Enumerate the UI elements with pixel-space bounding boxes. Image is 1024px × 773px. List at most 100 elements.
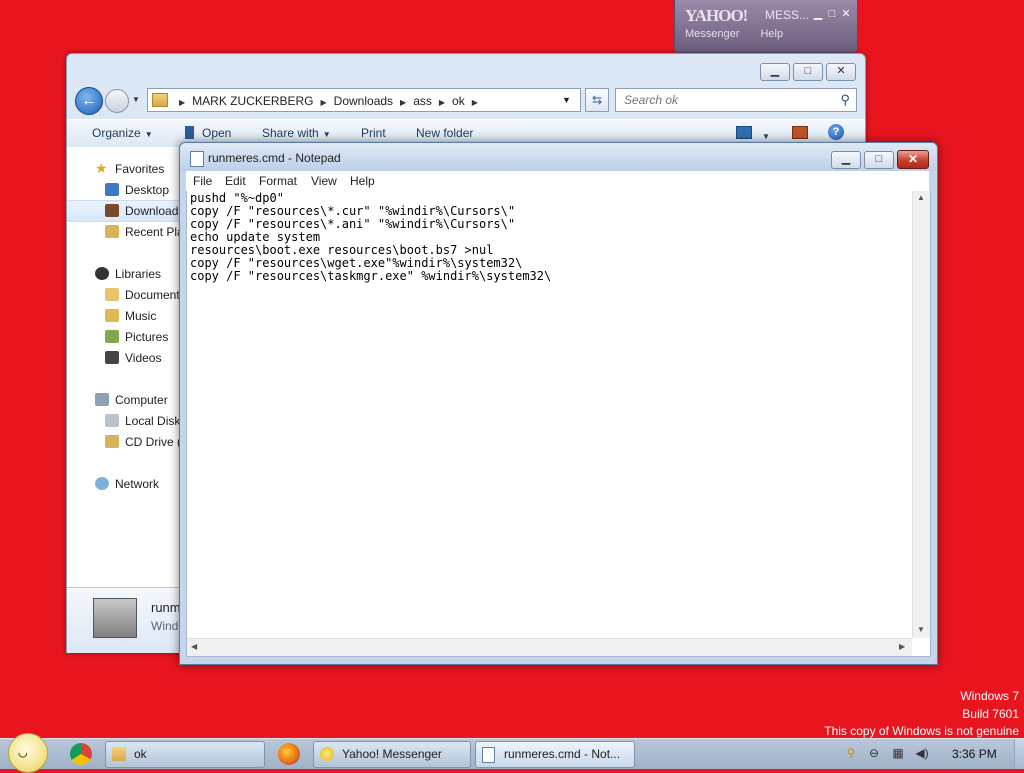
breadcrumb-ok[interactable]: ok [452,94,465,108]
messenger-tray-icon[interactable]: ⊖ [867,746,881,760]
notepad-close-button[interactable]: ✕ [897,150,929,169]
notepad-titlebar[interactable]: runmeres.cmd - Notepad ▁ □ ✕ [180,143,937,171]
search-input[interactable] [622,92,826,108]
taskbar-explorer-button[interactable]: ok [105,741,265,768]
nav-videos[interactable]: Videos [67,348,179,368]
nav-cd-drive[interactable]: CD Drive ( [67,432,179,452]
notepad-window[interactable]: runmeres.cmd - Notepad ▁ □ ✕ File Edit F… [179,142,938,665]
help-icon[interactable]: ? [828,124,844,140]
search-icon[interactable]: ⚲ [840,92,850,108]
share-with-button[interactable]: Share with ▼ [262,126,331,140]
recent-pages-chevron-icon[interactable]: ▼ [132,95,140,104]
taskbar-explorer-label: ok [134,747,147,761]
breadcrumb-ass[interactable]: ass [413,94,432,108]
menu-edit[interactable]: Edit [225,174,246,188]
yahoo-menu-help[interactable]: Help [760,28,783,40]
nav-pictures-label: Pictures [125,330,169,344]
nav-desktop-label: Desktop [125,183,170,197]
firefox-icon[interactable] [278,743,300,765]
nav-network-label: Network [115,477,160,491]
search-box[interactable]: ⚲ [615,88,857,112]
preview-pane-button[interactable] [792,126,808,142]
nav-pictures[interactable]: Pictures [67,327,179,347]
explorer-close-button[interactable]: ✕ [826,63,856,81]
volume-icon[interactable]: ◀) [915,746,929,760]
chevron-right-icon[interactable]: ▶ [472,98,478,107]
scroll-up-icon[interactable]: ▲ [917,193,925,202]
folder-icon [112,747,126,761]
menu-format[interactable]: Format [259,174,297,188]
open-button[interactable]: Open [185,126,231,140]
chevron-right-icon[interactable]: ▶ [179,98,185,107]
yahoo-minimize-button[interactable]: ▁ [811,8,825,20]
explorer-maximize-button[interactable]: □ [793,63,823,81]
cd-drive-icon [105,435,119,448]
print-button[interactable]: Print [361,126,386,140]
nav-local-disk[interactable]: Local Disk [67,411,179,431]
scroll-down-icon[interactable]: ▼ [917,625,925,634]
yahoo-logo-suffix: MESS... [765,8,810,22]
start-button[interactable]: ◡ [8,733,48,773]
back-arrow-icon[interactable]: ← [75,87,103,115]
nav-cd-drive-label: CD Drive ( [125,435,179,449]
menu-view[interactable]: View [311,174,337,188]
nav-downloads[interactable]: Downloads [67,200,179,222]
nav-computer[interactable]: Computer [67,390,179,410]
new-folder-button[interactable]: New folder [416,126,473,140]
nav-music[interactable]: Music [67,306,179,326]
explorer-titlebar[interactable]: ▁ □ ✕ [67,54,865,84]
organize-label: Organize [92,126,141,140]
yahoo-messenger-window[interactable]: YAHOO! MESS... Messenger Help ▁ □ ✕ [674,0,858,53]
yahoo-logo: YAHOO! [685,6,748,25]
nav-desktop[interactable]: Desktop [67,180,179,200]
notepad-editor[interactable]: pushd "%~dp0" copy /F "resources\*.cur" … [186,191,931,657]
menu-file[interactable]: File [193,174,212,188]
yahoo-smiley-icon [320,747,334,761]
show-desktop-button[interactable] [1014,739,1024,769]
yahoo-menu-messenger[interactable]: Messenger [685,28,739,40]
open-label: Open [202,126,232,140]
refresh-button[interactable]: ⇆ [585,88,609,112]
menu-help[interactable]: Help [350,174,375,188]
breadcrumb-user[interactable]: MARK ZUCKERBERG [192,94,313,108]
address-dropdown-icon[interactable]: ▼ [562,95,571,105]
notepad-text-content[interactable]: pushd "%~dp0" copy /F "resources\*.cur" … [190,192,910,638]
nav-libraries-label: Libraries [115,267,162,281]
breadcrumb-downloads[interactable]: Downloads [334,94,393,108]
nav-recent-places[interactable]: Recent Places [67,222,179,242]
organize-button[interactable]: Organize ▼ [92,126,153,140]
taskbar-notepad-button[interactable]: runmeres.cmd - Not... [475,741,635,768]
nav-favorites[interactable]: ★ Favorites [67,159,179,179]
scroll-left-icon[interactable]: ◀ [191,642,197,651]
folder-icon [152,93,168,107]
chevron-right-icon[interactable]: ▶ [439,98,445,107]
nav-libraries[interactable]: Libraries [67,264,179,284]
yahoo-maximize-button[interactable]: □ [825,8,839,20]
pictures-icon [105,330,119,343]
network-icon [95,477,109,490]
address-bar[interactable]: ▶ MARK ZUCKERBERG ▶ Downloads ▶ ass ▶ ok ▶ ▼ [147,88,581,112]
recent-places-icon [105,225,119,238]
forward-arrow-icon[interactable] [105,89,129,113]
clock[interactable]: 3:36 PM [952,747,997,761]
explorer-minimize-button[interactable]: ▁ [760,63,790,81]
network-tray-icon[interactable]: ▦ [891,746,905,760]
nav-favorites-label: Favorites [115,162,165,176]
notepad-maximize-button[interactable]: □ [864,151,894,169]
magnifier-tray-icon[interactable]: ⚲ [844,746,858,760]
chrome-icon[interactable] [70,743,92,765]
nav-recent-places-label: Recent Places [125,225,179,239]
change-view-button[interactable]: ▼ [736,126,770,142]
chevron-right-icon[interactable]: ▶ [400,98,406,107]
horizontal-scrollbar[interactable]: ◀ ▶ [187,638,912,656]
scroll-right-icon[interactable]: ▶ [899,642,905,651]
yahoo-menubar: Messenger Help [685,28,801,40]
nav-network[interactable]: Network [67,474,179,494]
notepad-minimize-button[interactable]: ▁ [831,151,861,169]
nav-videos-label: Videos [125,351,162,365]
yahoo-close-button[interactable]: ✕ [839,8,853,20]
taskbar-yahoo-button[interactable]: Yahoo! Messenger [313,741,471,768]
nav-documents[interactable]: Documents [67,285,179,305]
vertical-scrollbar[interactable]: ▲ ▼ [912,191,930,638]
chevron-right-icon[interactable]: ▶ [321,98,327,107]
